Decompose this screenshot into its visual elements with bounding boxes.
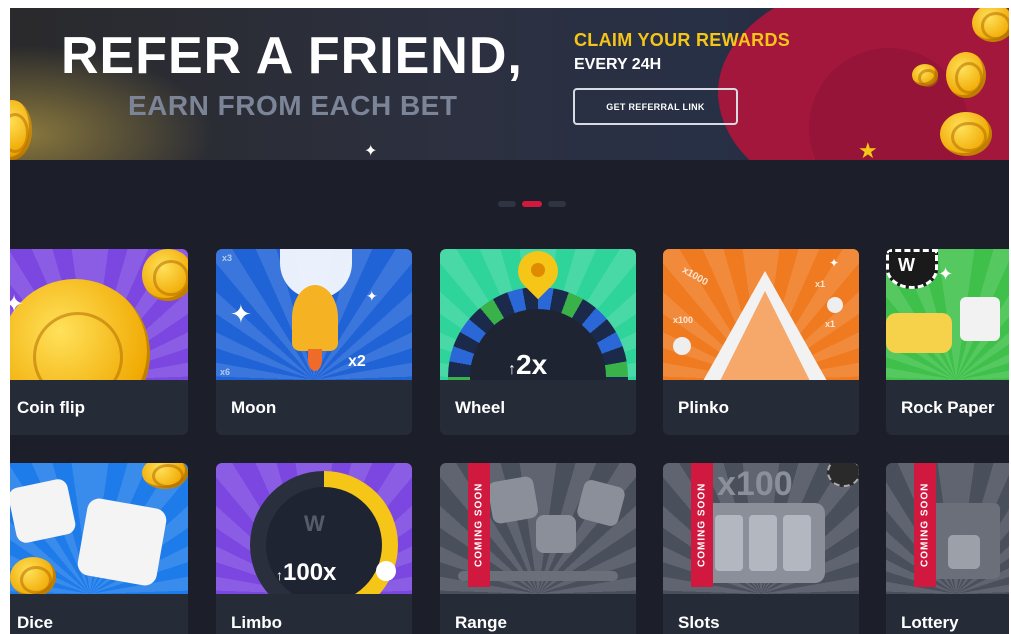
coming-soon-ribbon: COMING SOON (914, 463, 936, 587)
game-card-dice[interactable]: Dice (10, 463, 188, 634)
game-label: Lottery (901, 613, 959, 632)
carousel-dot[interactable] (548, 201, 566, 207)
dice-logo-icon (948, 535, 980, 569)
game-card-lottery[interactable]: COMING SOON Lottery (886, 463, 1009, 634)
limbo-multiplier-value: 100x (283, 559, 337, 586)
game-card-moon[interactable]: ✦ ✦ x3 x6 x2 Moon (216, 249, 412, 435)
die-icon (536, 515, 576, 553)
wheel-multiplier-value: 2x (516, 349, 548, 380)
sparkle-icon: ★ (858, 138, 878, 161)
carousel-dot[interactable] (498, 201, 516, 207)
game-card-plinko[interactable]: x1000 x100 x1 x1 ✦ Plinko (663, 249, 859, 435)
dice-art (10, 463, 188, 594)
sparkle-icon: ✦ (230, 299, 252, 329)
game-label: Wheel (455, 398, 506, 417)
app-window: ✦ ★ REFER A FRIEND, EARN FROM EACH BET C… (10, 8, 1009, 634)
lottery-art: COMING SOON (886, 463, 1009, 594)
carousel-dot-active[interactable] (522, 201, 542, 207)
referral-banner[interactable]: ✦ ★ REFER A FRIEND, EARN FROM EACH BET C… (10, 8, 1009, 160)
moon-art: ✦ ✦ x3 x6 x2 (216, 249, 412, 380)
plinko-multiplier: x1 (815, 279, 826, 289)
range-art: COMING SOON (440, 463, 636, 594)
plinko-triangle-inner (719, 291, 811, 380)
game-card-coin-flip[interactable]: ✦ Coin flip (10, 249, 188, 435)
wheel-art: ↑2x (440, 249, 636, 380)
game-label: Coin flip (17, 398, 85, 417)
coin-icon (946, 52, 986, 98)
limbo-multiplier: ↑100x (276, 559, 337, 586)
moon-corner-multiplier: x6 (220, 367, 231, 377)
rock-paper-art: W ✦ (886, 249, 1009, 380)
plinko-ball (673, 337, 691, 355)
carousel-indicator (498, 201, 566, 207)
game-label: Range (455, 613, 507, 632)
game-card-range[interactable]: COMING SOON Range (440, 463, 636, 634)
fist-icon (886, 313, 952, 353)
slot-reel (715, 515, 743, 571)
sparkle-icon: ✦ (10, 291, 25, 318)
dice-logo-icon (960, 297, 1000, 341)
plinko-multiplier: x1 (825, 319, 836, 329)
sparkle-icon: ✦ (829, 256, 840, 270)
rocket-icon (292, 285, 338, 351)
limbo-art: W ↑100x (216, 463, 412, 594)
slot-reel (783, 515, 811, 571)
get-referral-link-button[interactable]: GET REFERRAL LINK (573, 88, 738, 125)
coming-soon-ribbon: COMING SOON (468, 463, 490, 587)
coin-flip-art: ✦ (10, 249, 188, 380)
wheel-multiplier: ↑2x (508, 349, 548, 380)
sparkle-icon: ✦ (938, 264, 954, 284)
slot-reel (749, 515, 777, 571)
coin-icon (142, 249, 188, 301)
game-card-rock-paper[interactable]: W ✦ Rock Paper (886, 249, 1009, 435)
pin-dot (531, 263, 545, 277)
game-label: Limbo (231, 613, 282, 632)
moon-multiplier: x2 (348, 353, 366, 370)
die-icon (486, 475, 540, 525)
sparkle-icon: ✦ (366, 288, 378, 304)
plinko-art: x1000 x100 x1 x1 ✦ (663, 249, 859, 380)
coin-icon (912, 64, 939, 88)
game-label: Slots (678, 613, 720, 632)
banner-claim-text: CLAIM YOUR REWARDS (574, 30, 791, 50)
game-label: Dice (17, 613, 53, 632)
coin-icon (940, 112, 992, 156)
game-label: Plinko (678, 398, 730, 417)
sparkle-icon: ✦ (364, 143, 378, 160)
game-card-wheel[interactable]: ↑2x Wheel (440, 249, 636, 435)
banner-headline: REFER A FRIEND, (61, 27, 523, 85)
coming-soon-ribbon: COMING SOON (691, 463, 713, 587)
game-card-slots[interactable]: x100 COMING SOON Slots (663, 463, 859, 634)
banner-every-text: EVERY 24H (574, 56, 662, 73)
game-label: Moon (231, 398, 277, 417)
game-card-limbo[interactable]: W ↑100x Limbo (216, 463, 412, 634)
banner-subline: EARN FROM EACH BET (128, 90, 458, 121)
rocket-flame (308, 349, 322, 371)
chip-letter: W (898, 255, 915, 275)
coin-icon (10, 557, 56, 594)
moon-corner-multiplier: x3 (222, 253, 233, 263)
slots-multiplier: x100 (717, 465, 793, 503)
game-label: Rock Paper (901, 398, 995, 417)
plinko-multiplier: x100 (673, 315, 694, 325)
die-icon (75, 496, 169, 588)
limbo-knob (376, 561, 396, 581)
plinko-ball (827, 297, 843, 313)
limbo-coin-letter: W (304, 511, 325, 536)
slots-art: x100 COMING SOON (663, 463, 859, 594)
